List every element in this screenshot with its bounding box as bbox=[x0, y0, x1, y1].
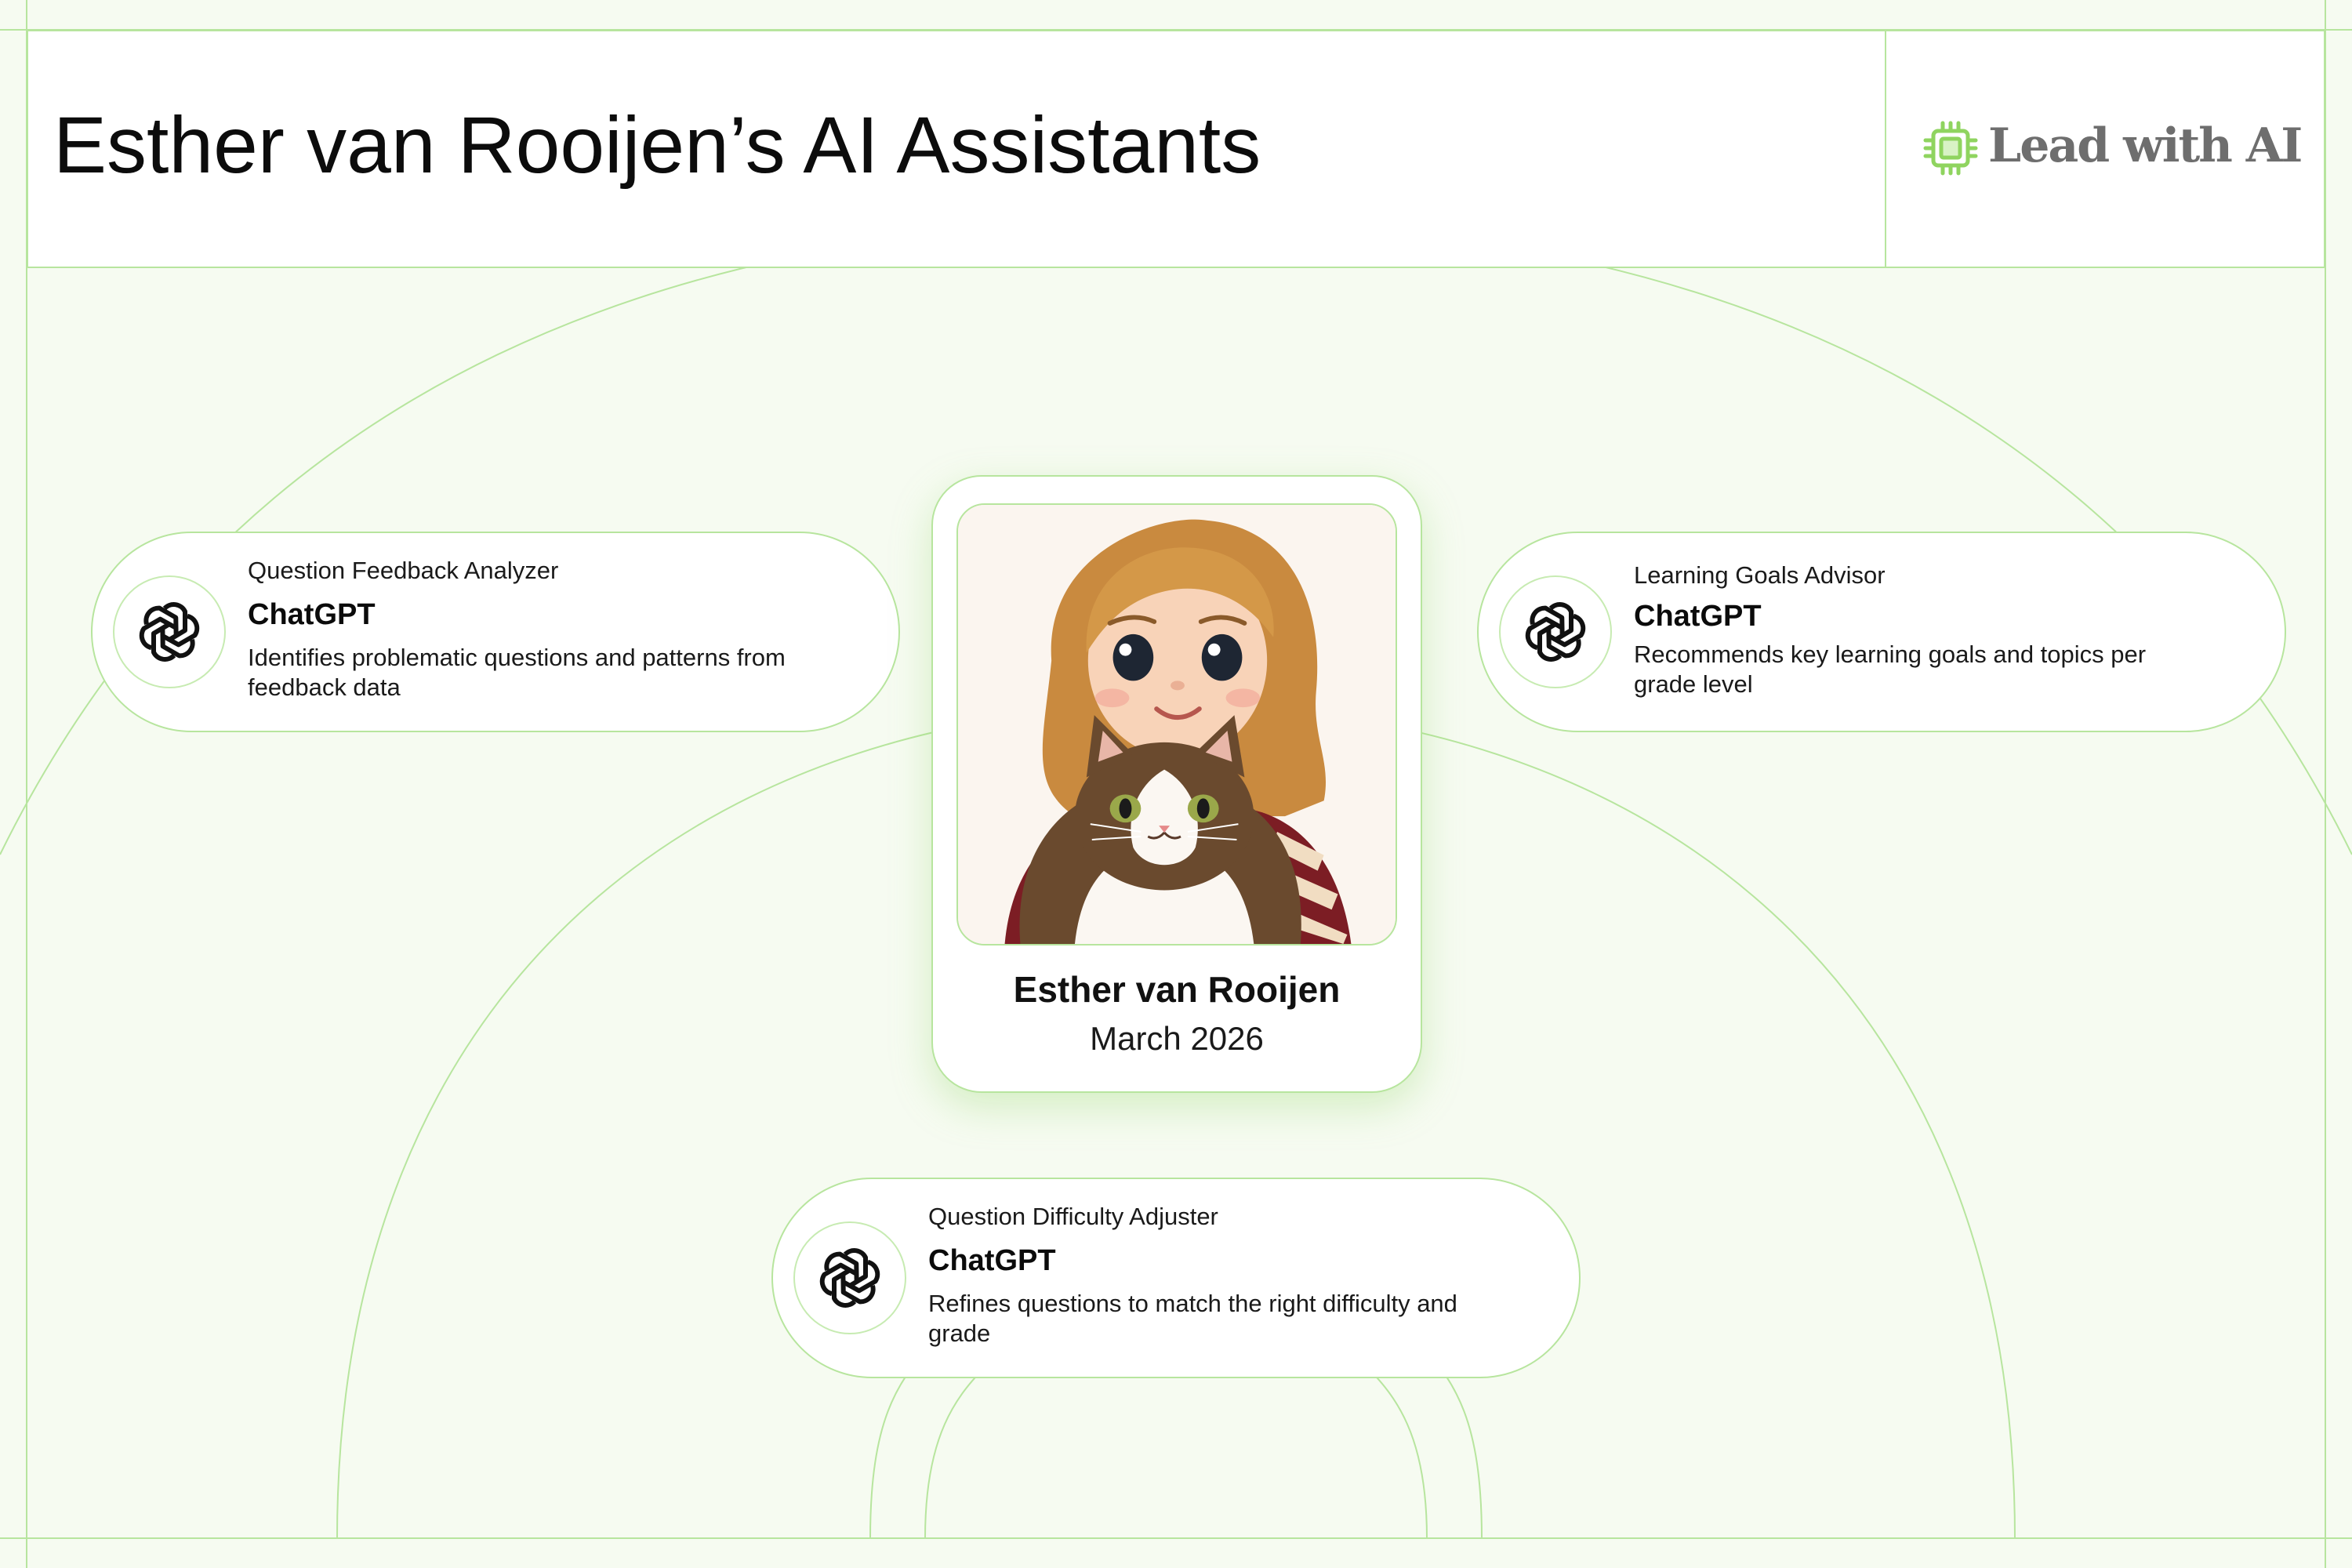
page-title: Esther van Rooijen’s AI Assistants bbox=[53, 100, 1261, 190]
profile-name: Esther van Rooijen bbox=[1013, 969, 1341, 1010]
avatar-illustration bbox=[958, 505, 1396, 944]
logo: Lead with AI bbox=[1885, 31, 2324, 267]
profile-card: Esther van Rooijen March 2026 bbox=[931, 475, 1422, 1093]
openai-icon bbox=[1525, 602, 1586, 662]
openai-icon bbox=[819, 1248, 880, 1308]
assistant-description: Refines questions to match the right dif… bbox=[928, 1290, 1457, 1347]
assistant-description: Recommends key learning goals and topics… bbox=[1634, 641, 2147, 698]
assistant-tool: ChatGPT bbox=[248, 598, 376, 631]
logo-text: Lead with AI bbox=[1988, 118, 2303, 173]
assistant-description: Identifies problematic questions and pat… bbox=[248, 644, 786, 701]
openai-icon bbox=[139, 602, 200, 662]
header-bar: Esther van Rooijen’s AI Assistants Lead … bbox=[27, 30, 2325, 268]
profile-date: March 2026 bbox=[1090, 1020, 1264, 1057]
assistant-tool: ChatGPT bbox=[1634, 600, 1762, 633]
assistant-card-learning-goals[interactable]: Learning Goals Advisor ChatGPT Recommend… bbox=[1477, 532, 2286, 732]
assistant-title: Learning Goals Advisor bbox=[1634, 561, 1886, 589]
assistant-tool: ChatGPT bbox=[928, 1244, 1056, 1277]
assistant-title: Question Difficulty Adjuster bbox=[928, 1203, 1218, 1230]
tool-icon-container bbox=[1499, 575, 1612, 688]
tool-icon-container bbox=[113, 575, 226, 688]
assistant-title: Question Feedback Analyzer bbox=[248, 557, 559, 584]
assistant-card-feedback-analyzer[interactable]: Question Feedback Analyzer ChatGPT Ident… bbox=[91, 532, 900, 732]
assistant-card-difficulty-adjuster[interactable]: Question Difficulty Adjuster ChatGPT Ref… bbox=[771, 1178, 1581, 1378]
chip-icon bbox=[1923, 121, 1978, 176]
tool-icon-container bbox=[793, 1221, 906, 1334]
avatar bbox=[956, 503, 1397, 946]
